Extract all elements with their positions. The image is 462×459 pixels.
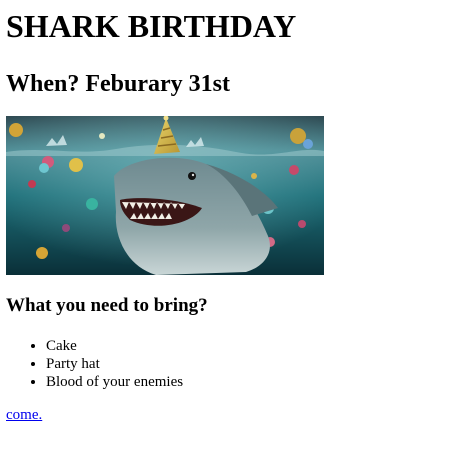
page-title: SHARK BIRTHDAY [6,8,297,44]
list-item: Blood of your enemies [46,373,462,391]
event-date-heading: When? Feburary 31st [6,71,230,97]
bring-heading: What you need to bring? [6,295,208,316]
party-shark-image [6,116,324,275]
bring-list: Cake Party hat Blood of your enemies [6,337,462,391]
list-item: Party hat [46,355,462,373]
page: SHARK BIRTHDAY When? Feburary 31st What … [0,0,462,424]
list-item: Cake [46,337,462,355]
come-link[interactable]: come. [6,407,42,424]
